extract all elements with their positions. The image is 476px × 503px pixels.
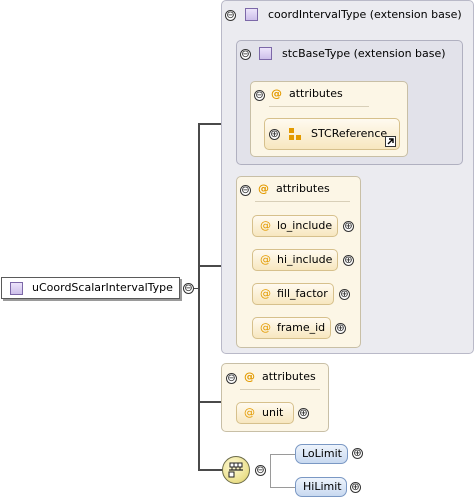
attribute-label: frame_id bbox=[277, 321, 326, 334]
attribute-at-icon: @ bbox=[244, 370, 255, 383]
root-type-label: uCoordScalarIntervalType bbox=[32, 281, 173, 294]
attributes-separator bbox=[240, 389, 320, 390]
fill-factor-expand-toggle[interactable]: ⊕ bbox=[339, 289, 350, 300]
connector-to-hilimit bbox=[270, 487, 296, 488]
frame-id-expand-toggle[interactable]: ⊕ bbox=[335, 323, 346, 334]
element-hilimit[interactable]: HiLimit bbox=[295, 477, 347, 497]
attribute-frame-id[interactable]: @ frame_id bbox=[252, 317, 331, 339]
connector-to-coord-attributes bbox=[198, 265, 222, 267]
inner-base-type-label: stcBaseType (extension base) bbox=[282, 47, 446, 60]
connector-vertical-trunk bbox=[198, 123, 200, 471]
attribute-at-icon: @ bbox=[260, 321, 271, 334]
sequence-collapse-toggle[interactable]: ⊖ bbox=[255, 465, 266, 476]
connector-to-sequence bbox=[198, 469, 224, 471]
coord-attributes-label: attributes bbox=[276, 182, 330, 195]
attributes-separator bbox=[255, 201, 350, 202]
attribute-group-ref-stcreference[interactable]: ⊕ STCReference bbox=[264, 118, 400, 150]
inner-attributes-label: attributes bbox=[289, 87, 343, 100]
attribute-label: unit bbox=[262, 406, 284, 419]
attribute-hi-include[interactable]: @ hi_include bbox=[252, 249, 338, 271]
attribute-fill-factor[interactable]: @ fill_factor bbox=[252, 283, 334, 305]
coord-attributes-group: ⊖ @ attributes @ lo_include ⊕ @ hi_inclu… bbox=[236, 176, 361, 348]
attribute-at-icon: @ bbox=[258, 182, 269, 195]
stcreference-label: STCReference bbox=[311, 127, 388, 140]
attribute-lo-include[interactable]: @ lo_include bbox=[252, 215, 338, 237]
hilimit-expand-toggle[interactable]: ⊕ bbox=[350, 482, 361, 493]
sequence-icon bbox=[228, 462, 243, 478]
sequence-compositor[interactable] bbox=[222, 456, 250, 484]
inner-base-type-frame: ⊖ stcBaseType (extension base) ⊖ @ attri… bbox=[236, 40, 463, 165]
inner-attributes-group: ⊖ @ attributes ⊕ STCReference bbox=[250, 81, 408, 157]
element-label: HiLimit bbox=[303, 480, 342, 493]
coord-attributes-collapse-toggle[interactable]: ⊖ bbox=[240, 185, 251, 196]
attribute-at-icon: @ bbox=[260, 219, 271, 232]
own-attributes-collapse-toggle[interactable]: ⊖ bbox=[226, 373, 237, 384]
attribute-label: hi_include bbox=[277, 253, 333, 266]
connector-to-own-attributes bbox=[198, 401, 222, 403]
inner-base-type-collapse-toggle[interactable]: ⊖ bbox=[240, 49, 251, 60]
base-type-label: coordIntervalType (extension base) bbox=[268, 8, 462, 21]
complex-type-icon bbox=[245, 8, 258, 21]
complex-type-icon bbox=[259, 47, 272, 60]
attribute-at-icon: @ bbox=[260, 287, 271, 300]
unit-expand-toggle[interactable]: ⊕ bbox=[298, 408, 309, 419]
element-label: LoLimit bbox=[302, 447, 342, 460]
root-type-box[interactable]: uCoordScalarIntervalType bbox=[1, 277, 180, 299]
attribute-label: lo_include bbox=[277, 219, 333, 232]
connector-sequence-branch bbox=[270, 454, 271, 487]
own-attributes-label: attributes bbox=[262, 370, 316, 383]
root-collapse-toggle[interactable]: ⊖ bbox=[183, 283, 194, 294]
attribute-group-icon bbox=[289, 128, 301, 140]
base-type-frame: ⊖ coordIntervalType (extension base) ⊖ s… bbox=[221, 0, 474, 354]
attribute-unit[interactable]: @ unit bbox=[236, 402, 294, 424]
reference-arrow-icon bbox=[385, 136, 396, 147]
hi-include-expand-toggle[interactable]: ⊕ bbox=[343, 255, 354, 266]
lo-include-expand-toggle[interactable]: ⊕ bbox=[343, 221, 354, 232]
element-lolimit[interactable]: LoLimit bbox=[295, 444, 348, 464]
base-type-collapse-toggle[interactable]: ⊖ bbox=[225, 10, 236, 21]
complex-type-icon bbox=[10, 282, 23, 295]
attribute-at-icon: @ bbox=[260, 253, 271, 266]
attribute-at-icon: @ bbox=[244, 406, 255, 419]
lolimit-expand-toggle[interactable]: ⊕ bbox=[352, 448, 363, 459]
attribute-label: fill_factor bbox=[277, 287, 328, 300]
connector-to-lolimit bbox=[270, 454, 296, 455]
attribute-at-icon: @ bbox=[271, 87, 282, 100]
stcreference-expand-toggle[interactable]: ⊕ bbox=[269, 129, 280, 140]
inner-attributes-collapse-toggle[interactable]: ⊖ bbox=[254, 90, 265, 101]
own-attributes-group: ⊖ @ attributes @ unit ⊕ bbox=[221, 363, 329, 432]
attributes-separator bbox=[269, 106, 369, 107]
